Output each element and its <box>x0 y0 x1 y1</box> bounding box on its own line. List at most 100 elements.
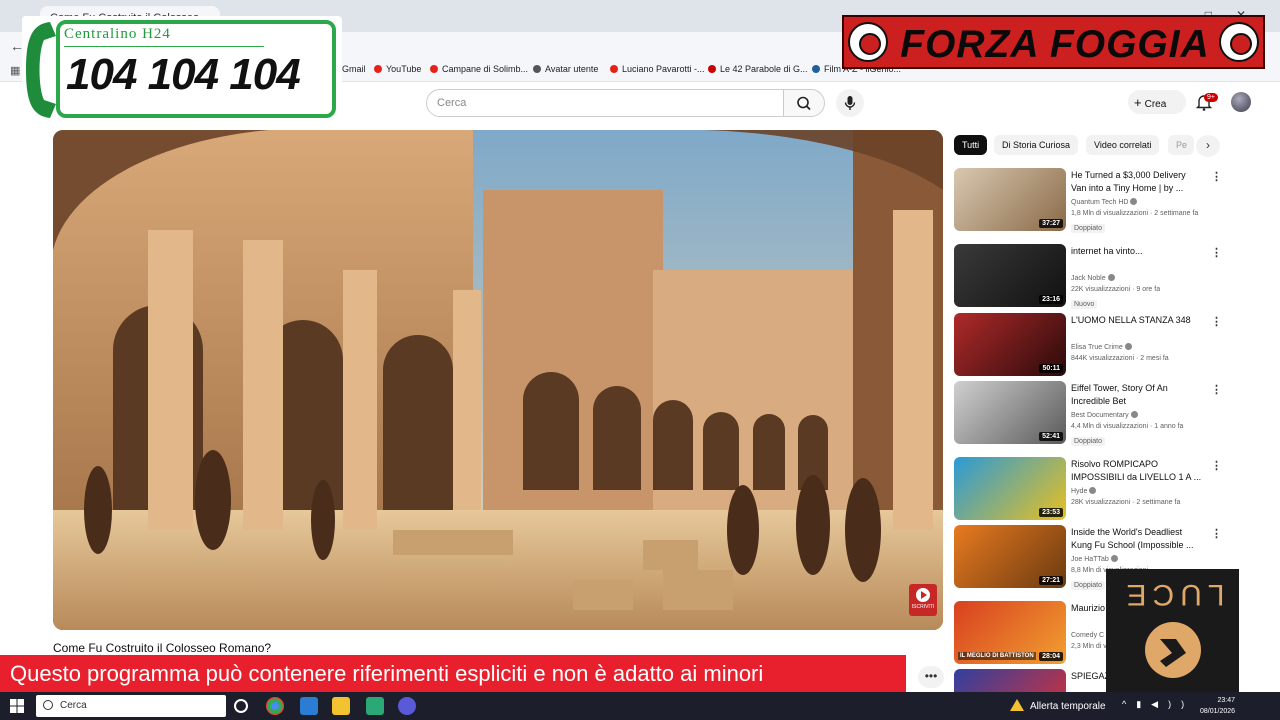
bookmark-parabole[interactable]: Le 42 Parabole di G... <box>708 64 808 74</box>
bookmark-youtube[interactable]: YouTube <box>374 64 421 74</box>
video-title: Come Fu Costruito il Colosseo Romano? <box>53 641 272 655</box>
kebab-menu-icon[interactable]: ⋮ <box>1211 383 1222 396</box>
globe-icon <box>533 65 541 73</box>
channel-name[interactable]: Elisa True Crime <box>1071 343 1132 351</box>
weather-widget[interactable]: Allerta temporale <box>1010 699 1106 712</box>
video-thumbnail[interactable]: IL MEGLIO DI BATTISTON 28:04 <box>954 601 1066 664</box>
recommendation-title[interactable]: Eiffel Tower, Story Of An Incredible Bet <box>1071 382 1203 408</box>
watermark-label: ISCRIVITI <box>911 604 935 610</box>
forza-foggia-banner: FORZA FOGGIA <box>842 15 1265 69</box>
verified-icon <box>1089 487 1097 494</box>
bookmark-gmail[interactable]: Gmail <box>342 64 366 74</box>
recommendation-item[interactable]: 50:11 L'UOMO NELLA STANZA 348 Elisa True C… <box>954 313 1234 377</box>
windows-start-icon[interactable] <box>10 699 24 713</box>
video-duration: 23:53 <box>1039 508 1063 517</box>
verified-icon <box>1107 274 1115 281</box>
video-thumbnail[interactable]: 37:27 <box>954 168 1066 231</box>
kebab-menu-icon[interactable]: ⋮ <box>1211 527 1222 540</box>
recommendation-badge: Nuovo <box>1071 300 1098 309</box>
foggia-crest-icon <box>1219 22 1259 62</box>
taskbar-clock[interactable]: 23:47 08/01/2026 <box>1200 695 1235 717</box>
recommendation-item[interactable]: 23:16 internet ha vinto... Jack Noble 22K v… <box>954 244 1234 309</box>
edge-icon[interactable] <box>300 697 318 715</box>
taskbar-search[interactable]: Cerca <box>36 695 226 717</box>
search-button[interactable] <box>783 89 825 117</box>
app-icon[interactable] <box>366 697 384 715</box>
apps-grid-icon[interactable]: ▦ <box>10 64 20 77</box>
search-icon <box>797 96 811 111</box>
notifications-badge: 9+ <box>1204 93 1218 102</box>
avatar[interactable] <box>1231 92 1251 112</box>
verified-icon <box>1110 555 1118 562</box>
video-thumbnail[interactable]: 27:21 <box>954 525 1066 588</box>
kebab-menu-icon[interactable]: ⋮ <box>1211 170 1222 183</box>
recommendation-title[interactable]: Risolvo ROMPICAPO IMPOSSIBILI da LIVELLO… <box>1071 458 1203 484</box>
chips-next-button[interactable]: › <box>1196 135 1220 157</box>
video-meta: 4,4 Mln di visualizzazioni · 1 anno fa <box>1071 423 1184 430</box>
video-meta: 22K visualizzazioni · 9 ore fa <box>1071 286 1161 293</box>
subscribe-watermark[interactable]: ISCRIVITI <box>909 584 937 616</box>
clock-date: 08/01/2026 <box>1200 708 1236 715</box>
video-duration: 52:41 <box>1039 432 1063 441</box>
app-icon[interactable] <box>398 697 416 715</box>
channel-name[interactable]: Jack Noble <box>1071 274 1115 282</box>
video-frame-colosseum <box>53 130 943 630</box>
verified-icon <box>1124 343 1132 350</box>
video-thumbnail[interactable]: 23:53 <box>954 457 1066 520</box>
recommendation-item[interactable]: 23:53 Risolvo ROMPICAPO IMPOSSIBILI da LI… <box>954 457 1234 521</box>
channel-name[interactable]: Hyde <box>1071 487 1097 495</box>
video-thumbnail[interactable]: 50:11 <box>954 313 1066 376</box>
create-label: Crea <box>1144 99 1167 110</box>
verified-icon <box>1130 198 1138 205</box>
video-meta: 28K visualizzazioni · 2 settimane fa <box>1071 499 1181 506</box>
recommendation-item[interactable]: 37:27 He Turned a $3,000 Delivery Van int… <box>954 168 1234 233</box>
video-duration: 37:27 <box>1039 219 1063 228</box>
chip-video-correlati[interactable]: Video correlati <box>1086 135 1160 155</box>
recommendation-item[interactable]: 52:41 Eiffel Tower, Story Of An Incredibl… <box>954 381 1234 446</box>
voice-search-button[interactable] <box>836 89 864 117</box>
system-tray[interactable]: ^▮◀)) <box>1122 699 1194 710</box>
more-actions-button[interactable]: ••• <box>918 666 944 688</box>
recommendation-title[interactable]: L'UOMO NELLA STANZA 348 <box>1071 314 1203 327</box>
kebab-menu-icon[interactable]: ⋮ <box>1211 315 1222 328</box>
microphone-icon <box>844 96 856 110</box>
warning-icon <box>1010 699 1024 711</box>
video-duration: 23:16 <box>1039 295 1063 304</box>
phone-handset-icon <box>26 22 56 118</box>
kebab-menu-icon[interactable]: ⋮ <box>1211 459 1222 472</box>
heart-icon <box>708 65 716 73</box>
chip-tutti[interactable]: Tutti <box>954 135 988 155</box>
channel-name[interactable]: Quantum Tech HD <box>1071 198 1138 206</box>
create-button[interactable]: + Crea <box>1128 90 1186 114</box>
video-duration: 28:04 <box>1039 652 1063 661</box>
video-meta: 1,8 Mln di visualizzazioni · 2 settimane… <box>1071 210 1199 217</box>
youtube-icon <box>610 65 618 73</box>
chip-di-storia-curiosa[interactable]: Di Storia Curiosa <box>994 135 1079 155</box>
bookmark-campane[interactable]: Campane di Solimb... <box>430 64 528 74</box>
channel-name[interactable]: Joe HaTTab <box>1071 555 1118 563</box>
recommendation-title[interactable]: internet ha vinto... <box>1071 245 1203 258</box>
channel-name[interactable]: Best Documentary <box>1071 411 1138 419</box>
recommendation-title[interactable]: He Turned a $3,000 Delivery Van into a T… <box>1071 169 1203 195</box>
search-input[interactable]: Cerca <box>426 89 784 117</box>
video-player[interactable]: ISCRIVITI <box>53 130 943 630</box>
chevron-right-icon: › <box>1206 138 1210 152</box>
youtube-icon <box>374 65 382 73</box>
taskbar-search-label: Cerca <box>60 700 87 711</box>
kebab-menu-icon[interactable]: ⋮ <box>1211 246 1222 259</box>
verified-icon <box>1130 411 1138 418</box>
chip-pe[interactable]: Pe <box>1168 135 1194 155</box>
video-thumbnail[interactable]: 23:16 <box>954 244 1066 307</box>
bookmark-avatar[interactable]: Avatar utente <box>533 64 598 74</box>
recommendation-title[interactable]: Inside the World's Deadliest Kung Fu Sch… <box>1071 526 1203 552</box>
video-meta: 844K visualizzazioni · 2 mesi fa <box>1071 355 1169 362</box>
foggia-crest-icon <box>848 22 888 62</box>
file-explorer-icon[interactable] <box>332 697 350 715</box>
video-thumbnail[interactable]: 52:41 <box>954 381 1066 444</box>
task-view-icon[interactable] <box>234 699 248 713</box>
video-duration: 50:11 <box>1039 364 1063 373</box>
luce-logo-text: LUCE <box>1120 578 1225 611</box>
chrome-icon[interactable] <box>266 697 284 715</box>
bookmark-pavarotti[interactable]: Luciano Pavarotti -... <box>610 64 705 74</box>
windows-taskbar: Cerca Allerta temporale ^▮◀)) 23:47 08/01… <box>0 692 1280 720</box>
